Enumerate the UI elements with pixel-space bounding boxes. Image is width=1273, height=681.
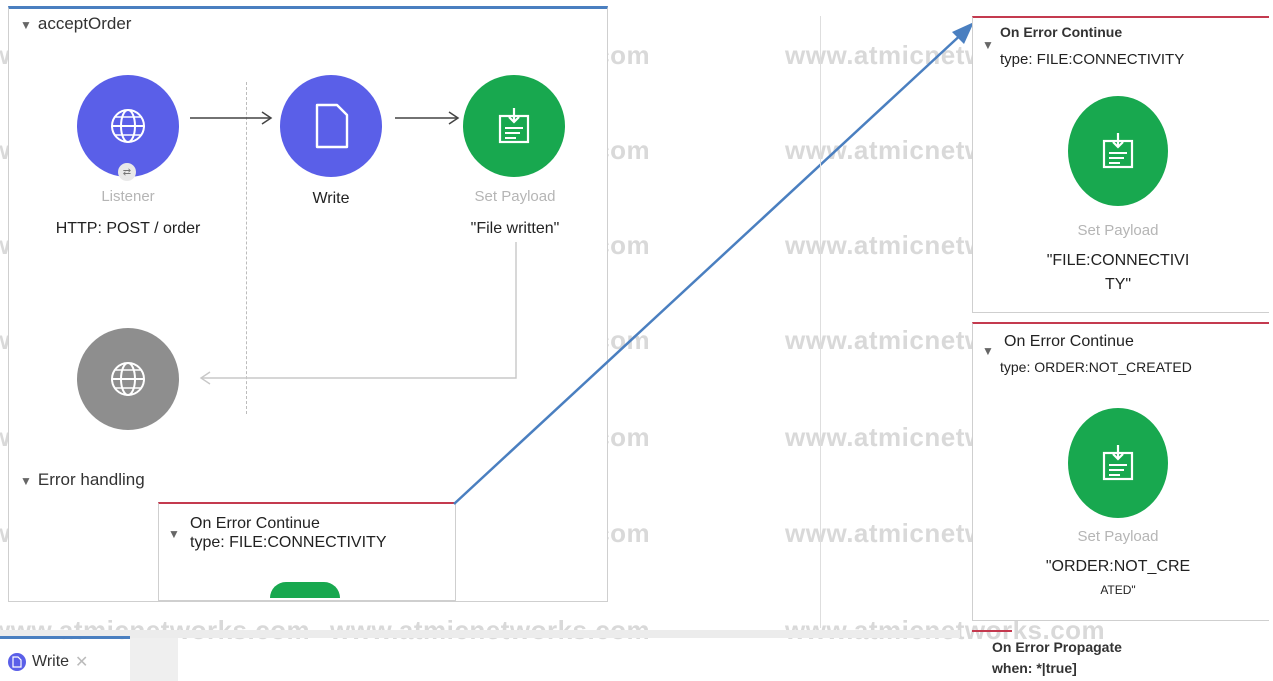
set-payload-component-partial[interactable] xyxy=(270,582,340,598)
write-tab-icon xyxy=(8,653,26,671)
handler1-value-line1: "FILE:CONNECTIVI xyxy=(1046,252,1190,269)
handler2-type: type: ORDER:NOT_CREATED xyxy=(1000,359,1192,375)
handler2-value-line1: "ORDER:NOT_CRE xyxy=(1045,558,1191,575)
set-payload-icon xyxy=(1102,445,1134,481)
globe-icon xyxy=(111,109,145,143)
listener-component[interactable] xyxy=(77,75,179,177)
handler2-title: On Error Continue xyxy=(1004,333,1134,350)
write-component[interactable] xyxy=(280,75,382,177)
collapse-triangle-icon[interactable]: ▼ xyxy=(20,18,32,32)
set-payload-icon xyxy=(1102,133,1134,169)
error-handling-title: Error handling xyxy=(37,470,145,489)
handler1-type: type: FILE:CONNECTIVITY xyxy=(1000,51,1185,68)
write-name: Write xyxy=(312,190,350,207)
handler2-value-line2: ATED" xyxy=(1100,583,1136,597)
collapse-triangle-icon[interactable]: ▼ xyxy=(168,527,180,541)
error-handling-header[interactable]: ▼ Error handling xyxy=(20,470,145,490)
flow-header[interactable]: ▼ acceptOrder xyxy=(20,14,131,34)
listener-type-label: Listener xyxy=(101,188,155,205)
bottom-scrollbar[interactable] xyxy=(0,630,960,638)
handler2-set-payload-label: Set Payload xyxy=(1077,528,1159,545)
collapse-triangle-icon[interactable]: ▼ xyxy=(20,474,32,488)
globe-icon xyxy=(111,362,145,396)
link-arrow xyxy=(453,22,974,505)
handler1-title: On Error Continue xyxy=(1000,24,1123,40)
handler1-value-line2: TY" xyxy=(1104,276,1132,293)
on-error-propagate-border xyxy=(972,630,1012,632)
collapse-triangle-icon[interactable]: ▼ xyxy=(982,38,994,52)
close-icon[interactable]: ✕ xyxy=(75,652,88,672)
file-icon xyxy=(315,103,349,149)
handler3-when: when: *|true] xyxy=(992,660,1077,676)
handler3-title: On Error Propagate xyxy=(992,639,1122,655)
active-tab-indicator xyxy=(0,636,130,639)
handler1-set-payload-label: Set Payload xyxy=(1077,222,1159,239)
listener-name: HTTP: POST / order xyxy=(55,220,201,237)
tab-bar-filler xyxy=(130,638,178,681)
response-component[interactable] xyxy=(77,328,179,430)
on-error-continue-title: On Error Continue xyxy=(190,515,320,532)
set-payload-component[interactable] xyxy=(1068,408,1168,518)
canvas-divider xyxy=(820,16,821,628)
tab-write-label: Write xyxy=(32,653,70,670)
tab-write[interactable]: Write ✕ xyxy=(8,652,88,672)
flow-arrow xyxy=(190,111,273,125)
refresh-icon: ⇄ xyxy=(118,163,136,181)
flow-title: acceptOrder xyxy=(37,14,132,33)
collapse-triangle-icon[interactable]: ▼ xyxy=(982,344,994,358)
on-error-continue-type: type: FILE:CONNECTIVITY xyxy=(190,534,387,551)
set-payload-component[interactable] xyxy=(1068,96,1168,206)
